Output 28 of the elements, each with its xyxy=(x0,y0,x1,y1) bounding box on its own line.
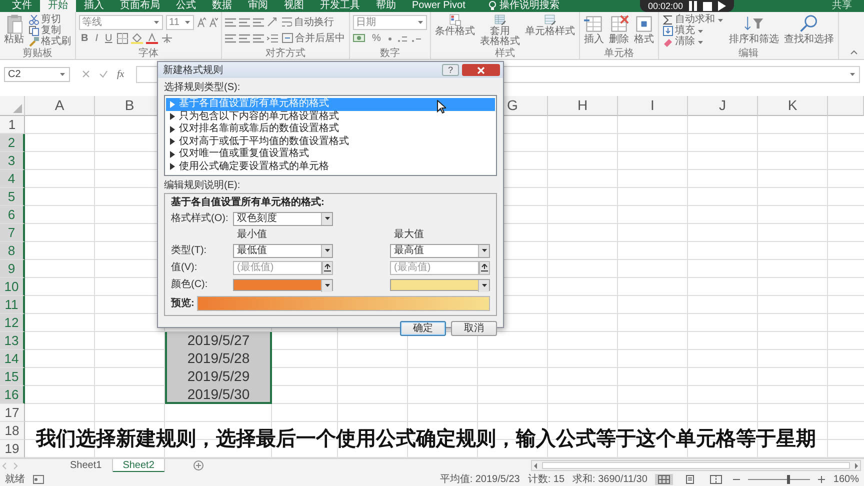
sum-readout: 求和: 3690/11/30 xyxy=(572,472,648,486)
field-label: 颜色(C): xyxy=(171,278,209,292)
group-label: 字体 xyxy=(138,48,160,60)
field-label: 值(V): xyxy=(171,261,198,275)
description-title: 基于各自值设置所有单元格的格式: xyxy=(171,197,326,209)
average-readout: 平均值: 2019/5/23 xyxy=(440,472,520,486)
group-label: 数字 xyxy=(379,48,401,60)
column-heading: 最大值 xyxy=(393,228,425,241)
rule-type-label: 选择规则类型(S): xyxy=(164,81,242,95)
table-cell: 2019/5/29 xyxy=(165,368,272,386)
subtitle-overlay: 我们选择新建规则，选择最后一个使用公式确定规则，输入公式等于这个单元格等于星期 xyxy=(36,426,816,452)
group-label: 样式 xyxy=(494,48,516,60)
preview-label: 预览: xyxy=(171,296,194,311)
status-text: 就绪 xyxy=(5,472,25,486)
count-readout: 计数: 15 xyxy=(528,472,565,486)
table-cell: 2019/5/28 xyxy=(165,350,272,368)
column-heading: 最小值 xyxy=(236,228,268,241)
field-label: 类型(T): xyxy=(171,244,208,258)
dialog-title: 新建格式规则 xyxy=(163,64,223,78)
field-label: 格式样式(O): xyxy=(171,212,230,226)
table-cell: 2019/5/27 xyxy=(165,332,272,350)
group-label: 单元格 xyxy=(603,48,635,60)
video-time: 00:02:00 xyxy=(648,0,684,12)
group-label: 剪贴板 xyxy=(22,48,54,60)
table-cell: 2019/5/30 xyxy=(165,386,272,404)
edit-rule-label: 编辑规则说明(E): xyxy=(164,179,242,193)
group-label: 编辑 xyxy=(738,48,760,60)
group-label: 对齐方式 xyxy=(264,48,306,60)
